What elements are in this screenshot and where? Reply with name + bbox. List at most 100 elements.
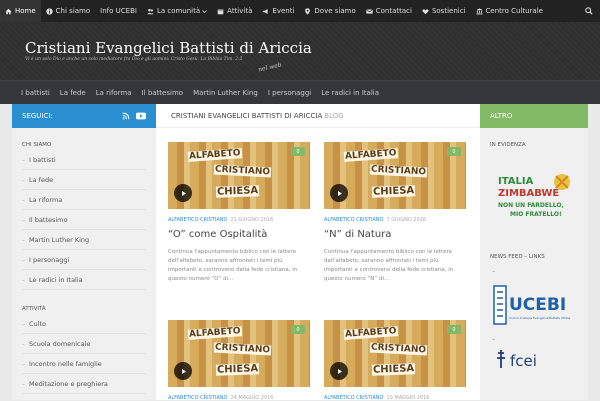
- list-item[interactable]: Meditazione e preghiera: [22, 374, 146, 394]
- post-meta: ALFABETICO CRISTIANO 7 GIUGNO 2016: [324, 217, 466, 223]
- fcei-text: fcei: [510, 352, 537, 370]
- left-sidebar: SEGUICI: CHI SIAMO I battisti La fede La…: [12, 104, 156, 400]
- site-header: Cristiani Evangelici Battisti di Ariccia…: [0, 22, 600, 80]
- post-thumbnail[interactable]: ALFABETO CRISTIANO CHIESA 0: [168, 142, 310, 209]
- topnav-sostienici[interactable]: Sostienici: [417, 0, 471, 22]
- list-item[interactable]: Incontro nelle famiglie: [22, 354, 146, 374]
- post-card[interactable]: ALFABETO CRISTIANO CHIESA 0 ALFABETICO C…: [168, 142, 310, 284]
- topnav-centro-culturale[interactable]: Centro Culturale: [471, 0, 548, 22]
- search-button[interactable]: [578, 0, 600, 22]
- list-item[interactable]: Le radici in Italia: [22, 270, 146, 290]
- widget-chi-siamo-list: I battisti La fede La riforma Il battesi…: [12, 150, 156, 290]
- play-button[interactable]: [174, 184, 192, 202]
- site-title[interactable]: Cristiani Evangelici Battisti di Ariccia: [25, 39, 312, 57]
- post-excerpt: Continua l'appuntamento biblico con le l…: [324, 249, 454, 282]
- ucebi-logo[interactable]: UCEBI Unione Cristiana Evangelica Battis…: [492, 282, 576, 328]
- topnav-attivita[interactable]: Attività: [212, 0, 257, 22]
- mainnav-item-la-fede[interactable]: La fede: [55, 89, 91, 97]
- topnav-chi-siamo[interactable]: Chi siamo: [41, 0, 95, 22]
- post-thumbnail[interactable]: ALFABETO CRISTIANO CHIESA 0: [324, 142, 466, 209]
- comment-badge[interactable]: 0: [291, 325, 305, 334]
- list-item[interactable]: La riforma: [22, 190, 146, 210]
- home-icon: [5, 8, 12, 14]
- comment-badge[interactable]: 0: [447, 147, 461, 156]
- topnav-info-ucebi[interactable]: Info UCEBI: [95, 0, 142, 22]
- youtube-icon[interactable]: [136, 112, 146, 120]
- post-title[interactable]: “O” come Ospitalità: [168, 229, 310, 240]
- page-title: CRISTIANI EVANGELICI BATTISTI DI ARICCIA…: [156, 104, 480, 128]
- post-date: 21 GIUGNO 2016: [230, 217, 274, 223]
- info-icon: [46, 7, 53, 15]
- post-title[interactable]: “N” di Natura: [324, 229, 466, 240]
- topnav-la-comunita[interactable]: La comunità: [142, 0, 212, 22]
- post-category[interactable]: ALFABETICO CRISTIANO: [324, 395, 383, 401]
- play-button[interactable]: [330, 362, 348, 380]
- chevron-down-icon: [202, 9, 207, 13]
- heart-icon: [422, 8, 429, 14]
- play-button[interactable]: [330, 184, 348, 202]
- nel-web-signature: nel web: [257, 61, 283, 74]
- altro-header-label: ALTRO: [490, 112, 513, 120]
- mainnav-item-la-riforma[interactable]: La riforma: [91, 89, 137, 97]
- topnav-contattaci[interactable]: Contattaci: [361, 0, 417, 22]
- mainnav-item-il-battesimo[interactable]: Il battesimo: [137, 89, 188, 97]
- follow-label: SEGUICI:: [22, 112, 53, 120]
- italia-zimbabwe-banner[interactable]: ITALIA ZIMBABWE NON UN FARDELLO, MIO FRA…: [494, 170, 576, 220]
- social-links: [122, 112, 146, 120]
- widget-attivita-list: Culto Scuola domenicale Incontro nelle f…: [12, 314, 156, 394]
- post-thumbnail[interactable]: ALFABETO CRISTIANO CHIESA 0: [168, 320, 310, 387]
- thumb-word-chiesa: CHIESA: [371, 363, 416, 376]
- list-item[interactable]: Scuola domenicale: [22, 334, 146, 354]
- mainnav-item-le-radici[interactable]: Le radici in Italia: [316, 89, 384, 97]
- post-card[interactable]: ALFABETO CRISTIANO CHIESA 0 ALFABETICO C…: [324, 320, 466, 401]
- topnav-eventi[interactable]: Eventi: [257, 0, 299, 22]
- play-button[interactable]: [174, 362, 192, 380]
- post-date: 10 MAGGIO 2016: [386, 395, 430, 401]
- widget-chi-siamo-title: CHI SIAMO: [22, 142, 52, 148]
- post-thumbnail[interactable]: ALFABETO CRISTIANO CHIESA 0: [324, 320, 466, 387]
- page-title-suffix: BLOG: [324, 111, 344, 120]
- thumb-word-chiesa: CHIESA: [215, 185, 260, 198]
- list-item[interactable]: Culto: [22, 314, 146, 334]
- post-excerpt: Continua l'appuntamento biblico con le l…: [168, 249, 298, 282]
- list-item[interactable]: La fede: [22, 170, 146, 190]
- mainnav-item-i-personaggi[interactable]: I personaggi: [263, 89, 316, 97]
- topnav-la-comunita-label: La comunità: [156, 7, 201, 15]
- italia-zimbabwe-logo: ITALIA ZIMBABWE NON UN FARDELLO, MIO FRA…: [498, 174, 570, 218]
- right-sidebar: ALTRO IN EVIDENZA ITALIA ZIMBABWE NON UN…: [480, 104, 588, 400]
- list-item[interactable]: Martin Luther King: [22, 230, 146, 250]
- fcei-logo[interactable]: fcei: [494, 350, 560, 370]
- ucebi-subtext: Unione Cristiana Evangelica Battista d'I…: [509, 316, 571, 320]
- top-nav: Home Chi siamo Info UCEBI La comunità At…: [0, 0, 548, 22]
- search-icon: [585, 7, 593, 15]
- mainnav-item-martin-luther-king[interactable]: Martin Luther King: [188, 89, 263, 97]
- follow-bar: SEGUICI:: [12, 104, 156, 128]
- thumb-word-chiesa: CHIESA: [215, 363, 260, 376]
- comment-badge[interactable]: 0: [447, 325, 461, 334]
- post-card[interactable]: ALFABETO CRISTIANO CHIESA 0 ALFABETICO C…: [168, 320, 310, 401]
- map-marker-icon: [305, 7, 311, 15]
- post-category[interactable]: ALFABETICO CRISTIANO: [168, 217, 227, 223]
- post-category[interactable]: ALFABETICO CRISTIANO: [324, 217, 383, 223]
- list-item[interactable]: Il battesimo: [22, 210, 146, 230]
- rss-icon[interactable]: [122, 112, 130, 120]
- comment-badge[interactable]: 0: [291, 147, 305, 156]
- top-bar: Home Chi siamo Info UCEBI La comunità At…: [0, 0, 600, 22]
- topnav-chi-siamo-label: Chi siamo: [55, 7, 91, 15]
- list-item[interactable]: I personaggi: [22, 250, 146, 270]
- topnav-info-ucebi-label: Info UCEBI: [100, 7, 137, 15]
- post-meta: ALFABETICO CRISTIANO 21 GIUGNO 2016: [168, 217, 310, 223]
- ucebi-text: UCEBI: [509, 295, 566, 315]
- altro-header: ALTRO: [480, 104, 588, 128]
- topnav-home[interactable]: Home: [0, 0, 41, 22]
- post-category[interactable]: ALFABETICO CRISTIANO: [168, 395, 227, 401]
- bullhorn-icon: [263, 8, 268, 14]
- topnav-sostienici-label: Sostienici: [431, 7, 466, 15]
- topnav-dove-siamo[interactable]: Dove siamo: [299, 0, 360, 22]
- mainnav-item-i-battisti[interactable]: I battisti: [16, 89, 55, 97]
- post-card[interactable]: ALFABETO CRISTIANO CHIESA 0 ALFABETICO C…: [324, 142, 466, 284]
- list-item[interactable]: I battisti: [22, 150, 146, 170]
- news-dash: –: [492, 268, 495, 275]
- news-feed-title: NEWS FEED – LINKS: [490, 254, 545, 260]
- topnav-eventi-label: Eventi: [272, 7, 295, 15]
